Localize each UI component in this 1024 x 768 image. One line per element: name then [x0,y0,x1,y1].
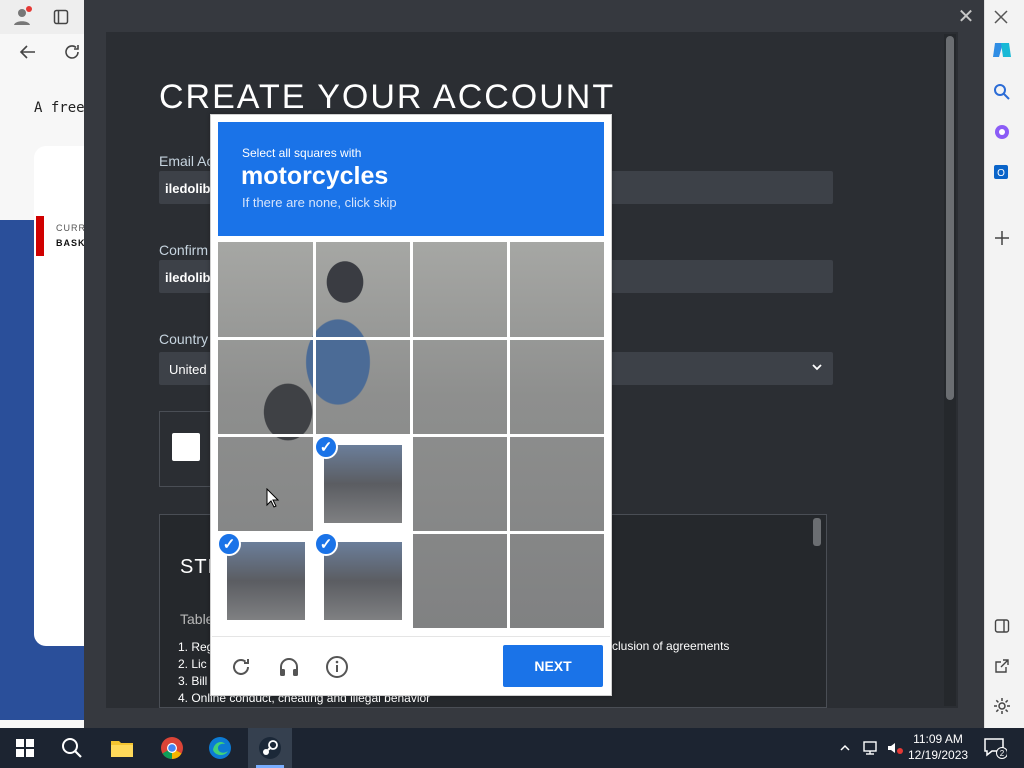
refresh-icon[interactable] [60,40,84,64]
external-link-icon[interactable] [990,654,1014,678]
terms-subheading: Table [180,611,214,627]
taskbar-search-icon[interactable] [57,733,87,763]
clock-time[interactable]: 11:09 AM [912,732,964,746]
confirm-email-value: iledolib [165,270,211,285]
recaptcha-tile[interactable] [410,434,510,534]
back-arrow-icon[interactable] [16,40,40,64]
card-text-line: BASK [56,238,86,248]
recaptcha-image-grid: ✓ ✓ ✓ [216,240,607,631]
steam-icon[interactable] [255,733,285,763]
clock-date[interactable]: 12/19/2023 [908,748,968,762]
page-title: CREATE YOUR ACCOUNT [159,78,616,116]
email-value: iledolib [165,181,211,196]
recaptcha-tile[interactable] [507,434,607,534]
svg-text:O: O [997,168,1005,179]
recaptcha-tile[interactable] [507,531,607,631]
recaptcha-tile[interactable] [313,337,413,437]
recaptcha-tile[interactable] [507,337,607,437]
email-label: Email Ac [159,153,214,169]
card-accent-bar [36,216,44,256]
reload-icon[interactable] [226,652,256,682]
windows-start-icon[interactable] [10,733,40,763]
recaptcha-tile[interactable] [410,337,510,437]
confirm-email-label: Confirm [159,242,209,258]
recaptcha-tile-image [227,542,305,620]
recaptcha-tile[interactable] [410,240,510,340]
network-icon[interactable] [860,733,882,763]
window-close-icon[interactable] [990,6,1012,28]
recaptcha-instruction: Select all squares with [242,146,362,160]
recaptcha-target-label: motorcycles [241,162,389,190]
next-button[interactable]: NEXT [503,645,603,687]
notification-count: 2 [1000,749,1005,758]
outlook-icon[interactable]: O [990,160,1014,184]
file-explorer-icon[interactable] [107,733,137,763]
recaptcha-checkbox[interactable] [172,433,200,461]
terms-heading: STI [180,556,215,578]
recaptcha-tile[interactable]: ✓ [313,531,413,631]
checkmark-icon: ✓ [314,435,338,459]
terms-list-item: 2. Lic [178,657,207,671]
add-icon[interactable] [990,226,1014,250]
recaptcha-tile[interactable] [507,240,607,340]
sidebar-toggle-icon[interactable] [990,614,1014,638]
recaptcha-tile-image [324,542,402,620]
profile-icon[interactable] [10,4,34,28]
notification-icon[interactable]: 2 [980,733,1010,763]
tab-actions-icon[interactable] [50,6,72,28]
panel-scrollbar-thumb[interactable] [946,36,954,400]
country-label: Country [159,331,209,347]
recaptcha-hint: If there are none, click skip [242,195,397,210]
tray-chevron-up-icon[interactable] [834,733,856,763]
recaptcha-tile[interactable] [313,240,413,340]
recaptcha-tile-image [324,445,402,523]
mouse-cursor-icon [266,487,280,513]
chevron-down-icon [811,361,823,376]
settings-gear-icon[interactable] [990,694,1014,718]
copilot-icon[interactable] [990,38,1014,62]
country-value: United [169,362,207,377]
checkmark-icon: ✓ [314,532,338,556]
edge-icon[interactable] [205,733,235,763]
modal-close-icon[interactable]: ✕ [954,4,978,28]
info-icon[interactable] [322,652,352,682]
recaptcha-tile[interactable] [216,434,316,534]
page-text-fragment: A free [34,100,85,116]
recaptcha-tile[interactable]: ✓ [313,434,413,534]
recaptcha-footer-divider [212,636,610,637]
recaptcha-tile[interactable]: ✓ [216,531,316,631]
checkmark-icon: ✓ [217,532,241,556]
terms-list-item: 1. Reg [178,640,214,654]
recaptcha-tile[interactable] [410,531,510,631]
recaptcha-tile[interactable] [216,337,316,437]
chrome-icon[interactable] [157,733,187,763]
terms-list-item: 3. Bill [178,674,208,688]
card-text-line: CURR [56,223,86,233]
search-icon[interactable] [990,80,1014,104]
recaptcha-tile[interactable] [216,240,316,340]
terms-list-item-fragment: clusion of agreements [612,639,730,653]
headphones-icon[interactable] [274,652,304,682]
volume-muted-icon[interactable] [884,733,906,763]
tools-icon[interactable] [990,120,1014,144]
terms-scrollbar-thumb[interactable] [813,518,821,546]
